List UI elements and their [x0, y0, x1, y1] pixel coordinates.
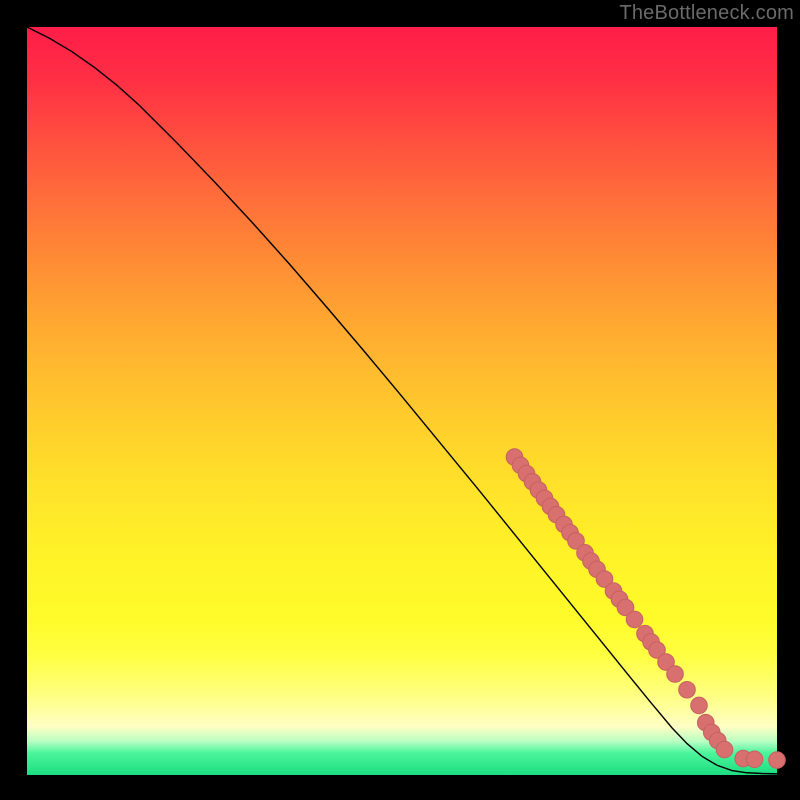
- marker-dot: [679, 682, 696, 698]
- watermark-text: TheBottleneck.com: [619, 2, 794, 25]
- marker-dot: [769, 752, 786, 768]
- marker-dot: [746, 751, 763, 767]
- marker-dot: [691, 697, 708, 713]
- marker-dot: [667, 666, 684, 682]
- marker-group: [506, 449, 785, 768]
- marker-dot: [626, 611, 643, 627]
- chart-overlay: [27, 27, 777, 775]
- chart-stage: TheBottleneck.com: [0, 0, 800, 800]
- marker-dot: [716, 741, 733, 757]
